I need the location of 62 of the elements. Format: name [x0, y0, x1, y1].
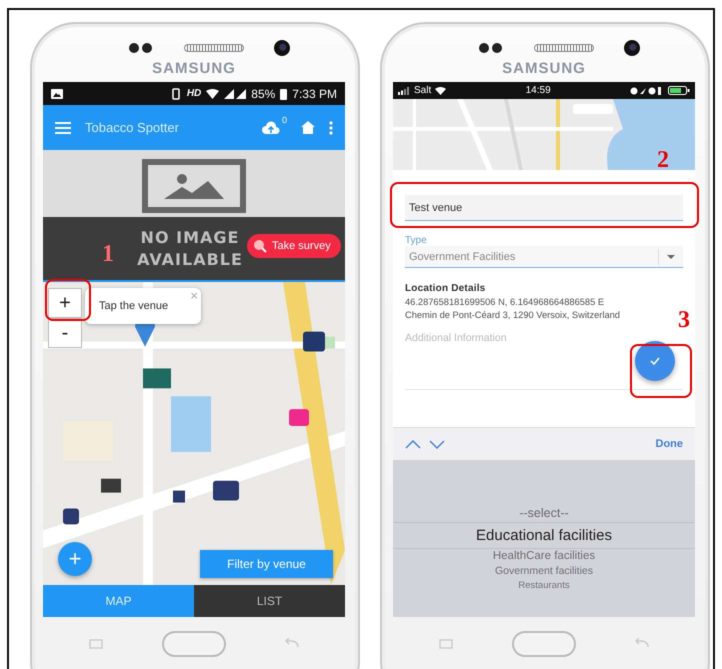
- picker-option[interactable]: HealthCare facilities: [393, 548, 695, 564]
- home-button[interactable]: [162, 631, 226, 657]
- picker-option[interactable]: Government facilities: [393, 564, 695, 578]
- previous-field-icon[interactable]: [405, 440, 421, 448]
- camera-icon: [274, 40, 290, 56]
- signal-icon: [224, 88, 246, 98]
- home-button[interactable]: [512, 631, 576, 657]
- field-label: Type: [405, 235, 428, 246]
- take-survey-button[interactable]: Take survey: [247, 234, 341, 258]
- coordinates-text: 46.287658181699506 N, 6.164968664886585 E: [405, 297, 606, 307]
- app-title: Tobacco Spotter: [85, 120, 179, 135]
- sync-count: 0: [282, 114, 287, 124]
- search-icon: [253, 239, 267, 253]
- menu-icon[interactable]: [55, 122, 71, 134]
- type-select[interactable]: Government Facilities: [405, 246, 683, 268]
- no-image-caption: NO IMAGE: [140, 226, 240, 248]
- wifi-icon: [435, 86, 446, 94]
- annotation-number: 3: [678, 308, 690, 332]
- camera-icon: [624, 40, 640, 56]
- section-heading: Location Details: [405, 283, 486, 294]
- picker-option[interactable]: --select--: [393, 505, 695, 522]
- image-placeholder-icon: [142, 159, 246, 213]
- done-button[interactable]: Done: [656, 438, 683, 450]
- highlight-box: [630, 344, 692, 398]
- vibrate-icon: [170, 88, 182, 100]
- no-image-caption: AVAILABLE: [137, 248, 243, 270]
- clock: 7:33 PM: [292, 86, 337, 100]
- home-icon[interactable]: [301, 121, 315, 134]
- wifi-icon: [206, 88, 220, 98]
- checkmark-icon: [650, 357, 660, 365]
- battery-icon: [280, 88, 288, 100]
- network-label: HD: [186, 88, 202, 99]
- filter-button[interactable]: Filter by venue: [200, 550, 333, 578]
- battery-percent: 85%: [251, 86, 276, 100]
- venue-name-field[interactable]: Test venue: [405, 195, 683, 221]
- sensor-icon: [128, 42, 154, 54]
- tab[interactable]: MAP: [43, 585, 194, 617]
- cloud-upload-icon[interactable]: [262, 121, 280, 134]
- more-icon[interactable]: [329, 120, 333, 134]
- address-text: Chemin de Pont-Céard 3, 1290 Versoix, Switzerland: [405, 310, 621, 320]
- speaker-grille: [184, 44, 244, 52]
- sensor-icon: [478, 42, 504, 54]
- tab[interactable]: LIST: [194, 585, 345, 617]
- brand-logo: SAMSUNG: [152, 59, 236, 79]
- zoom-out-button[interactable]: -: [48, 318, 82, 348]
- battery-icon: [668, 86, 690, 95]
- image-icon: [51, 88, 63, 98]
- picker-option[interactable]: Restaurants: [393, 578, 695, 592]
- close-button[interactable]: ×: [190, 289, 198, 302]
- next-field-icon[interactable]: [429, 440, 445, 448]
- zoom-in-button[interactable]: +: [48, 288, 82, 318]
- speaker-grille: [534, 44, 594, 52]
- tooltip-text: Tap the venue: [99, 300, 168, 312]
- brand-logo: SAMSUNG: [502, 59, 586, 79]
- annotation-number: 2: [657, 148, 669, 172]
- clock: 14:59: [526, 85, 551, 96]
- carrier-label: Salt: [414, 85, 432, 96]
- highlight-box: [45, 279, 91, 321]
- signal-icon: [398, 86, 410, 94]
- annotation-number: 1: [102, 242, 114, 266]
- additional-info-field[interactable]: Additional Information: [405, 332, 683, 390]
- picker-option[interactable]: Educational facilities: [393, 522, 695, 548]
